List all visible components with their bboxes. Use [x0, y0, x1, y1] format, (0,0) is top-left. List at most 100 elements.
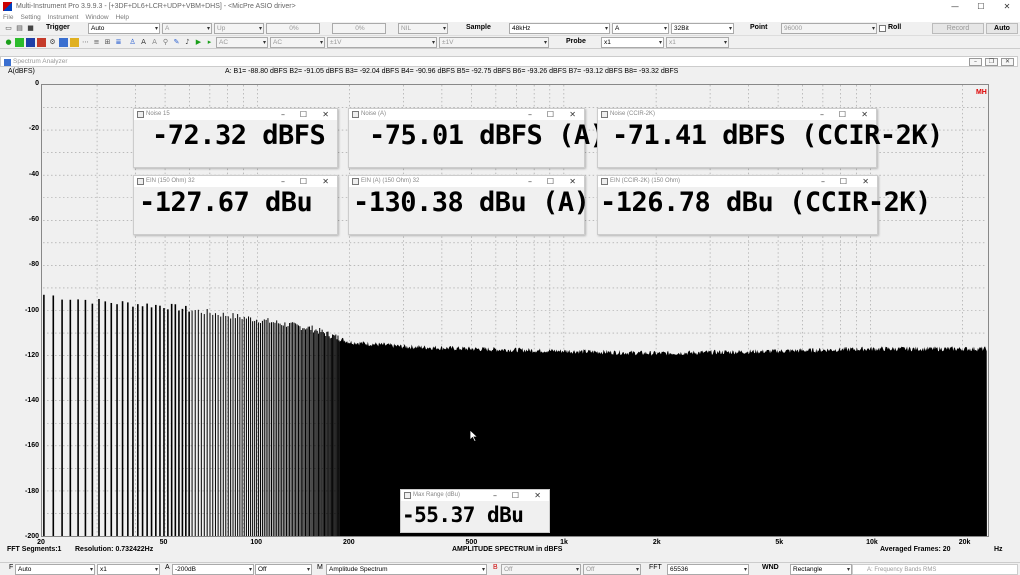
meter-close-button[interactable]: ✕ [862, 176, 869, 187]
probe-b-select[interactable]: x1 [666, 37, 729, 48]
spectrum-bar [159, 305, 161, 536]
text-icon[interactable]: A [139, 38, 148, 47]
stop-icon[interactable]: ■ [26, 24, 35, 33]
meter-ein[interactable]: EIN (150 Ohm) 32 – ☐ ✕ -127.67 dBu [133, 175, 338, 235]
menu-setting[interactable]: Setting [20, 14, 40, 21]
x-tick-label: 5k [775, 539, 784, 546]
meter-maximize-button[interactable]: ☐ [300, 109, 307, 120]
close-button[interactable]: ✕ [994, 2, 1020, 11]
meter-max-range[interactable]: Max Range (dBu) – ☐ ✕ -55.37 dBu [400, 489, 550, 533]
range-b-select[interactable]: ±1V [439, 37, 549, 48]
auto-button[interactable]: Auto [986, 23, 1018, 34]
spectrum-bar [263, 319, 265, 536]
meter-icon [137, 178, 144, 185]
spectrum-bar [330, 337, 332, 536]
probe-a-select[interactable]: x1 [601, 37, 664, 48]
sample-channel-select[interactable]: A [612, 23, 669, 34]
trigger-channel-select[interactable]: A [162, 23, 212, 34]
menu-help[interactable]: Help [116, 14, 129, 21]
mode-select[interactable]: Amplitude Spectrum [326, 564, 487, 575]
meter-close-button[interactable]: ✕ [569, 176, 576, 187]
open-icon[interactable]: ▭ [4, 24, 13, 33]
meter-close-button[interactable]: ✕ [569, 109, 576, 120]
maximize-button[interactable]: ☐ [968, 2, 994, 11]
meter-ein-a[interactable]: EIN (A) (150 Ohm) 32 – ☐ ✕ -130.38 dBu (A) [348, 175, 590, 235]
oscilloscope-icon[interactable] [15, 38, 24, 47]
dds-icon[interactable] [59, 38, 68, 47]
coupling-a-select[interactable]: AC [216, 37, 268, 48]
spectrum-icon[interactable] [26, 38, 35, 47]
menu-file[interactable]: File [3, 14, 13, 21]
record-button[interactable]: Record [932, 23, 984, 34]
f-mult-select[interactable]: x1 [97, 564, 160, 575]
b-off2-select[interactable]: Off [583, 564, 641, 575]
dds-sweep-icon[interactable]: ≡ [92, 38, 101, 47]
trigger-edge-select[interactable]: Up [214, 23, 264, 34]
user-icon[interactable]: ♙ [128, 38, 137, 47]
meter-minimize-button[interactable]: – [820, 109, 824, 120]
meter-close-button[interactable]: ✕ [861, 109, 868, 120]
menu-instrument[interactable]: Instrument [48, 14, 79, 21]
minimized-window-tab[interactable]: A: Frequency Bands RMS [852, 564, 1018, 575]
meter-maximize-button[interactable]: ☐ [547, 176, 554, 187]
fft-size-select[interactable]: 65536 [667, 564, 749, 575]
spectrum-bar [248, 316, 250, 536]
play-single-icon[interactable]: ▸ [205, 38, 214, 47]
meter-close-button[interactable]: ✕ [322, 176, 329, 187]
trigger-level-input[interactable]: 0% [266, 23, 320, 34]
trigger-delay-input[interactable]: 0% [332, 23, 386, 34]
toolbar-channels: ● ⚙ ⋯ ≡ ⊞ ≣ ♙ A A ⚲ ✎ ♪ ▶ ▸ AC AC ±1V ±1… [0, 36, 1020, 49]
meter-maximize-button[interactable]: ☐ [300, 176, 307, 187]
menu-window[interactable]: Window [85, 14, 108, 21]
meter-close-button[interactable]: ✕ [534, 490, 541, 501]
device-icon[interactable]: ⊞ [103, 38, 112, 47]
child-close-button[interactable]: ✕ [1001, 57, 1014, 66]
f-select[interactable]: Auto [15, 564, 95, 575]
meter-minimize-button[interactable]: – [493, 490, 497, 501]
play-icon[interactable]: ▶ [194, 38, 203, 47]
range-a-select[interactable]: ±1V [327, 37, 437, 48]
child-restore-button[interactable]: ❐ [985, 57, 998, 66]
meter-noise-a[interactable]: Noise (A) – ☐ ✕ -75.01 dBFS (A) [348, 108, 606, 168]
run-icon[interactable]: ● [4, 38, 13, 47]
meter-ein-ccir[interactable]: EIN (CCIR-2K) (150 Ohm) – ☐ ✕ -126.78 dBu (… [597, 175, 931, 235]
a-off-select[interactable]: Off [255, 564, 312, 575]
meter-noise[interactable]: Noise 15 – ☐ ✕ -72.32 dBFS [133, 108, 338, 168]
speaker-icon[interactable]: ♪ [183, 38, 192, 47]
meter-maximize-button[interactable]: ☐ [512, 490, 519, 501]
window-function-select[interactable]: Rectangle [790, 564, 852, 575]
sample-rate-select[interactable]: 48kHz [509, 23, 610, 34]
meter-minimize-button[interactable]: – [281, 109, 285, 120]
meter-noise-ccir[interactable]: Noise (CCIR-2K) – ☐ ✕ -71.41 dBFS (CCIR-2K) [597, 108, 943, 168]
multimeter-icon[interactable] [37, 38, 46, 47]
channel-icon[interactable]: ⚲ [161, 38, 170, 47]
spectrum-bar [300, 330, 302, 536]
point-select[interactable]: 96000 [781, 23, 877, 34]
meter-minimize-button[interactable]: – [528, 109, 532, 120]
m-label: M [317, 564, 323, 571]
trigger-mode-select[interactable]: Auto [88, 23, 160, 34]
a-range-select[interactable]: -200dB [172, 564, 254, 575]
bit-depth-select[interactable]: 32Bit [671, 23, 734, 34]
generator-icon[interactable]: ⚙ [48, 38, 57, 47]
meter-maximize-button[interactable]: ☐ [839, 109, 846, 120]
meter-minimize-button[interactable]: – [528, 176, 532, 187]
data-logger-icon[interactable] [70, 38, 79, 47]
sample-label: Sample [466, 24, 491, 31]
nil-select[interactable]: NIL [398, 23, 448, 34]
child-minimize-button[interactable]: – [969, 57, 982, 66]
meter-maximize-button[interactable]: ☐ [547, 109, 554, 120]
save-icon[interactable]: ▤ [15, 24, 24, 33]
device-test-icon[interactable]: ⋯ [81, 38, 90, 47]
b-off1-select[interactable]: Off [501, 564, 581, 575]
text-b-icon[interactable]: A [150, 38, 159, 47]
meter-close-button[interactable]: ✕ [322, 109, 329, 120]
calibrate-icon[interactable]: ≣ [114, 38, 123, 47]
probe-icon[interactable]: ✎ [172, 38, 181, 47]
meter-maximize-button[interactable]: ☐ [840, 176, 847, 187]
meter-minimize-button[interactable]: – [821, 176, 825, 187]
coupling-b-select[interactable]: AC [270, 37, 325, 48]
roll-checkbox[interactable] [879, 25, 886, 32]
meter-minimize-button[interactable]: – [281, 176, 285, 187]
minimize-button[interactable]: — [942, 2, 968, 11]
